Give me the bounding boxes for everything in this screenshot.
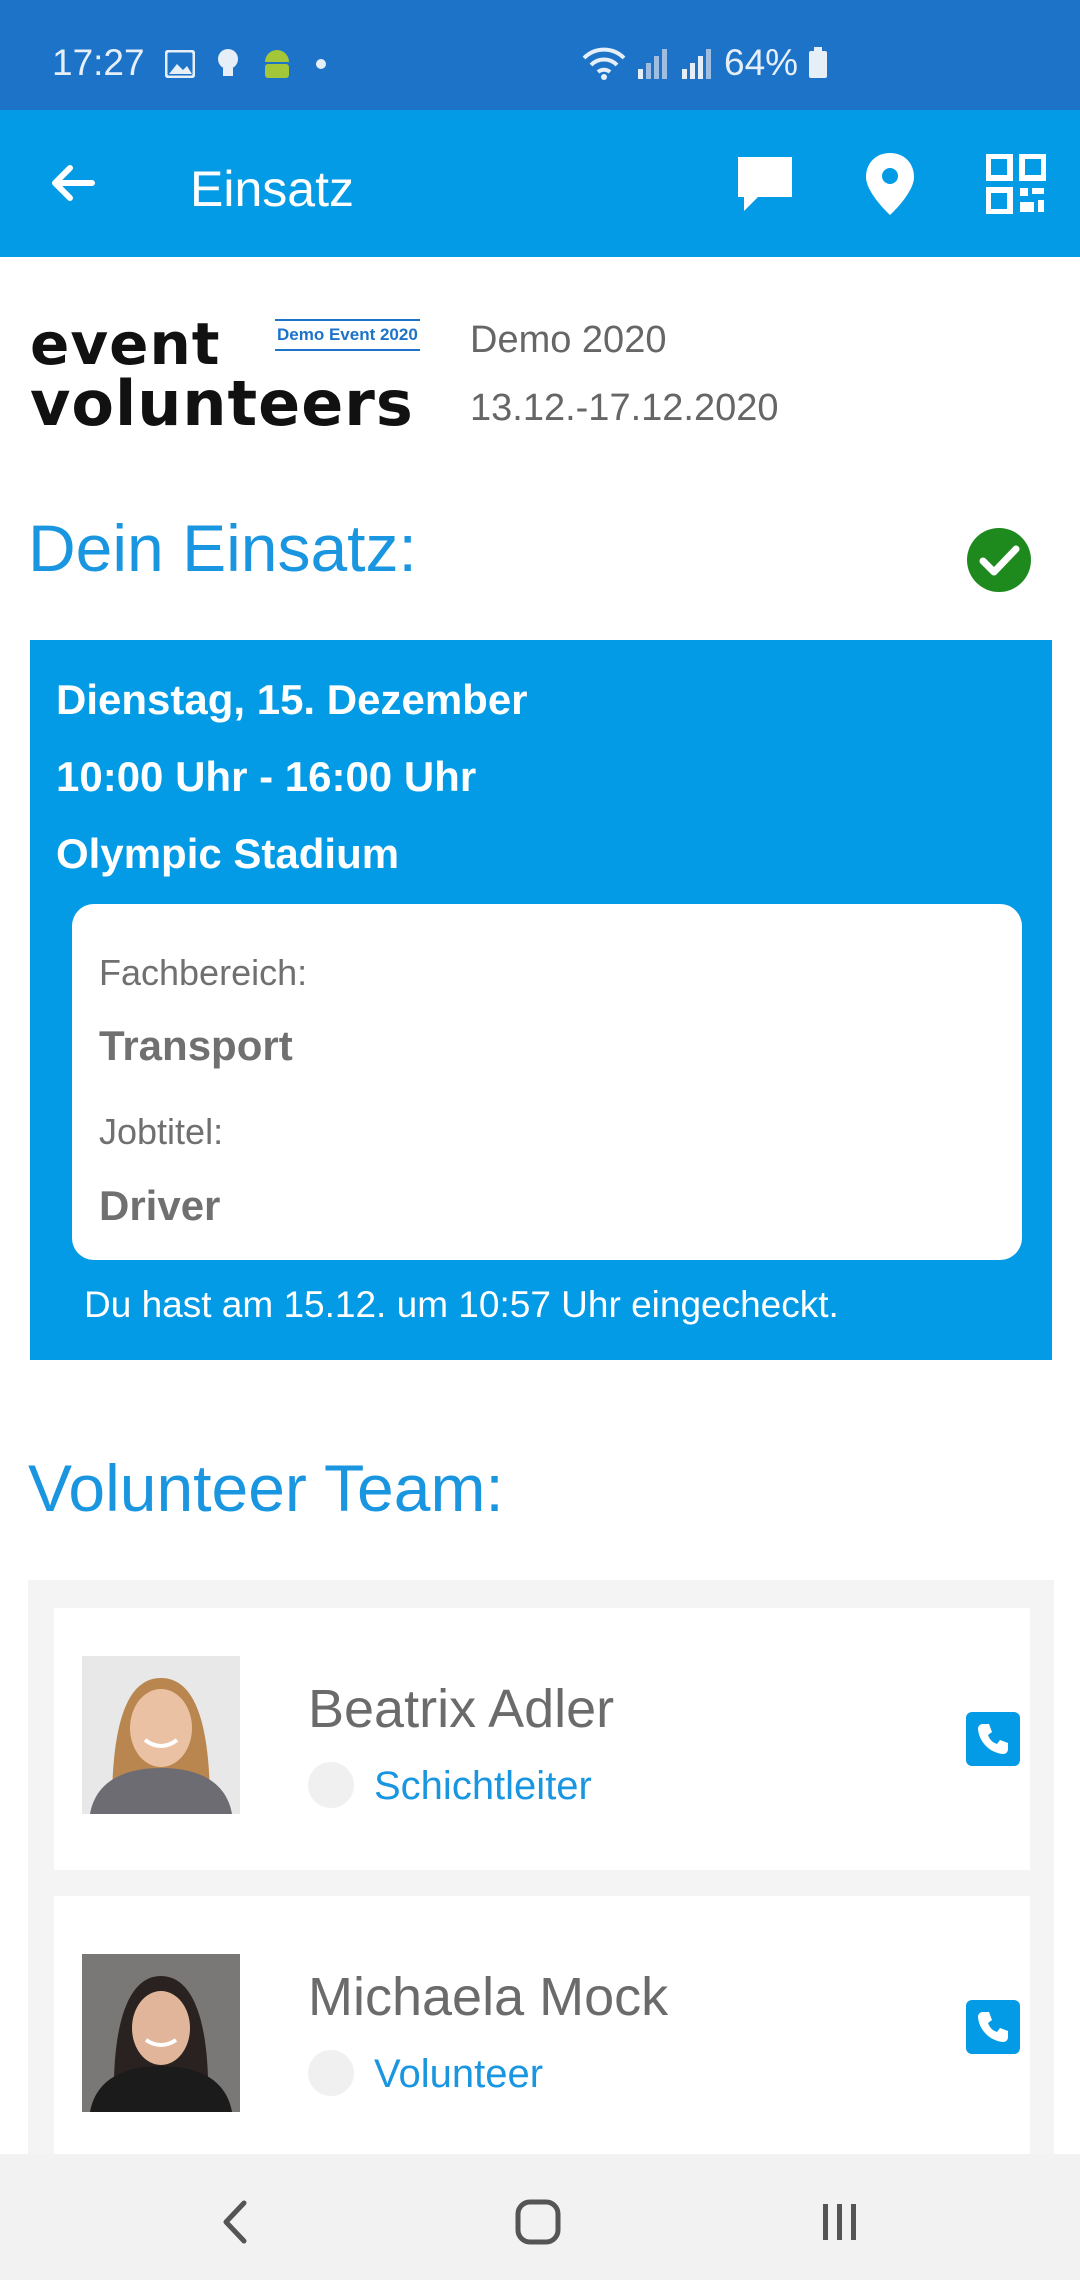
avatar — [82, 1954, 240, 2112]
app-bar: Einsatz — [0, 110, 1080, 257]
member-name: Michaela Mock — [308, 1967, 669, 2027]
role-indicator — [308, 2050, 354, 2096]
chat-icon — [738, 157, 792, 211]
status-bar: 17:27 64% — [0, 0, 1080, 110]
wifi-icon — [582, 47, 626, 80]
person-photo-icon — [82, 1954, 240, 2112]
notification-icons — [165, 48, 327, 80]
back-button[interactable] — [40, 150, 106, 216]
location-button[interactable] — [852, 146, 928, 222]
logo-line2: volunteers — [30, 367, 414, 440]
system-nav-bar — [0, 2154, 1080, 2280]
phone-icon — [978, 1724, 1008, 1754]
department-label: Fachbereich: — [99, 952, 308, 993]
nav-back-button[interactable] — [206, 2192, 266, 2252]
assignment-section-title: Dein Einsatz: — [28, 511, 417, 585]
battery-icon — [809, 47, 828, 78]
person-photo-icon — [82, 1656, 240, 1814]
list-item[interactable]: Beatrix Adler Schichtleiter — [54, 1608, 1030, 1870]
job-title-value: Driver — [99, 1182, 221, 1229]
call-button[interactable] — [966, 1712, 1020, 1766]
signal-icon — [682, 49, 711, 79]
member-role: Volunteer — [374, 2052, 544, 2096]
home-square-icon — [515, 2199, 561, 2245]
check-circle-icon — [967, 528, 1031, 592]
event-name: Demo 2020 — [470, 319, 667, 361]
assignment-card: Dienstag, 15. Dezember 10:00 Uhr - 16:00… — [30, 640, 1052, 1360]
signal-icon — [638, 49, 667, 79]
member-name: Beatrix Adler — [308, 1679, 615, 1739]
arrow-left-icon — [52, 165, 95, 201]
assignment-location: Olympic Stadium — [56, 830, 400, 877]
assignment-date: Dienstag, 15. Dezember — [56, 676, 528, 723]
team-section-title: Volunteer Team: — [28, 1451, 504, 1525]
chevron-left-icon — [223, 2200, 247, 2244]
qr-code-button[interactable] — [978, 146, 1054, 222]
phone-icon — [978, 2012, 1008, 2042]
bulb-icon — [218, 49, 238, 76]
checkin-note: Du hast am 15.12. um 10:57 Uhr eingechec… — [84, 1284, 839, 1325]
location-pin-icon — [866, 153, 914, 215]
logo-badge: Demo Event 2020 — [275, 319, 420, 351]
event-header: event Demo Event 2020 volunteers Demo 20… — [30, 305, 1050, 445]
nav-home-button[interactable] — [508, 2192, 568, 2252]
dot-icon — [316, 59, 326, 69]
team-list: Beatrix Adler Schichtleiter Michaela Moc… — [28, 1580, 1054, 2155]
call-button[interactable] — [966, 2000, 1020, 2054]
gallery-icon — [165, 50, 195, 78]
android-icon — [265, 50, 289, 78]
battery-percent: 64% — [724, 42, 799, 83]
recents-icon — [823, 2204, 856, 2240]
event-logo: event Demo Event 2020 volunteers — [30, 305, 430, 440]
assignment-time: 10:00 Uhr - 16:00 Uhr — [56, 753, 477, 800]
status-right: 64% — [582, 42, 828, 84]
chat-button[interactable] — [727, 146, 803, 222]
assignment-details: Fachbereich: Transport Jobtitel: Driver — [72, 904, 1022, 1260]
nav-recents-button[interactable] — [810, 2192, 870, 2252]
page-title: Einsatz — [190, 161, 354, 217]
role-indicator — [308, 1762, 354, 1808]
qr-code-icon — [986, 154, 1046, 214]
status-time: 17:27 — [52, 42, 145, 83]
event-dates: 13.12.-17.12.2020 — [470, 387, 779, 429]
member-role: Schichtleiter — [374, 1764, 592, 1808]
avatar — [82, 1656, 240, 1814]
list-item[interactable]: Michaela Mock Volunteer — [54, 1896, 1030, 2155]
department-value: Transport — [99, 1022, 293, 1069]
job-title-label: Jobtitel: — [99, 1111, 224, 1152]
